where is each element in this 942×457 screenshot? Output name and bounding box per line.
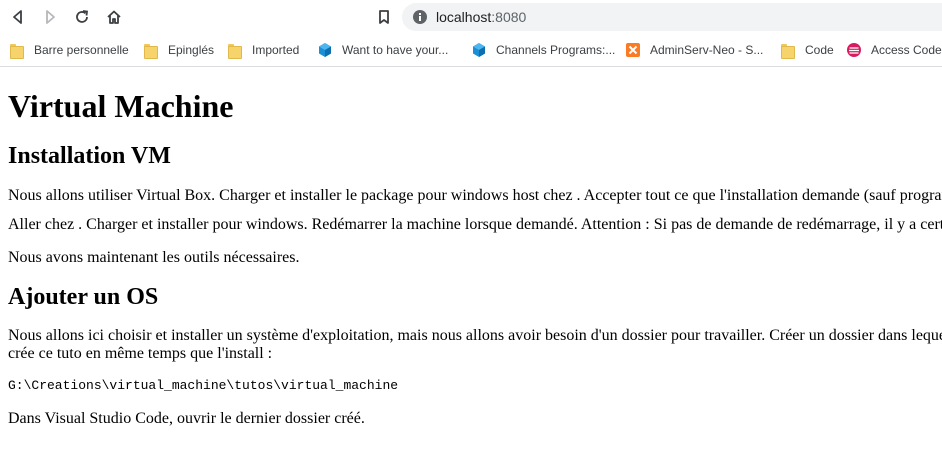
bookmark-label: Code (805, 43, 834, 57)
access-icon (847, 43, 861, 57)
cube-icon (473, 43, 485, 57)
page-title: Virtual Machine (8, 88, 234, 124)
browser-toolbar: localhost:8080 (0, 0, 942, 34)
xampp-icon (626, 43, 640, 57)
url-port: :8080 (491, 9, 527, 25)
code-path: G:\Creations\virtual_machine\tutos\virtu… (8, 378, 399, 393)
bookmark-epingles[interactable]: Epinglés (143, 41, 214, 59)
bookmark-icon (379, 10, 389, 24)
bookmark-label: Want to have your... (342, 43, 449, 57)
bookmark-label: Channels Programs:... (496, 43, 616, 57)
paragraph: Dans Visual Studio Code, ouvrir le derni… (8, 410, 365, 427)
section-heading-installation: Installation VM (8, 143, 171, 169)
paragraph: Nous avons maintenant les outils nécessa… (8, 249, 300, 266)
folder-icon (227, 42, 243, 59)
bookmark-code[interactable]: Code (780, 41, 834, 59)
bookmark-label: Barre personnelle (34, 43, 129, 57)
paragraph: Nous allons utiliser Virtual Box. Charge… (8, 187, 942, 204)
home-button[interactable] (102, 5, 126, 29)
bookmark-adminserv-neo[interactable]: AdminServ-Neo - S... (625, 41, 763, 59)
site-info-icon[interactable] (412, 9, 428, 25)
paragraph: Aller chez . Charger et installer pour w… (8, 216, 942, 233)
folder-icon (9, 42, 25, 59)
browser-chrome: localhost:8080 Barre personnelle Epinglé… (0, 0, 942, 67)
bookmark-label: Imported (252, 43, 300, 57)
paragraph-continuation: crée ce tuto en même temps que l'install… (8, 345, 273, 362)
reload-icon (76, 10, 89, 23)
bookmark-access-code[interactable]: Access Code (846, 41, 942, 59)
bookmark-barre-personnelle[interactable]: Barre personnelle (9, 41, 129, 59)
home-icon (107, 10, 121, 24)
back-button[interactable] (6, 5, 30, 29)
url-text: localhost:8080 (436, 9, 526, 25)
forward-arrow-icon (46, 10, 55, 24)
cube-icon (319, 43, 331, 57)
url-host: localhost (436, 9, 492, 25)
bookmark-label: Epinglés (168, 43, 215, 57)
folder-icon (143, 42, 159, 59)
bookmark-want-to-have[interactable]: Want to have your... (317, 41, 448, 59)
bookmark-imported[interactable]: Imported (227, 41, 299, 59)
reload-button[interactable] (70, 5, 94, 29)
back-arrow-icon (13, 10, 22, 24)
bookmark-label: Access Code (871, 43, 942, 57)
section-heading-ajouter-os: Ajouter un OS (8, 284, 159, 310)
bookmarks-bar: Barre personnelle Epinglés Imported Want… (0, 34, 942, 66)
address-bar[interactable]: localhost:8080 (402, 3, 942, 31)
folder-icon (780, 42, 796, 59)
bookmark-channels-programs[interactable]: Channels Programs:... (471, 41, 615, 59)
bookmark-page-button[interactable] (372, 5, 396, 29)
forward-button[interactable] (38, 5, 62, 29)
page-content: Virtual Machine Installation VM Nous all… (0, 88, 942, 428)
paragraph: Nous allons ici choisir et installer un … (8, 327, 942, 344)
bookmark-label: AdminServ-Neo - S... (650, 43, 764, 57)
